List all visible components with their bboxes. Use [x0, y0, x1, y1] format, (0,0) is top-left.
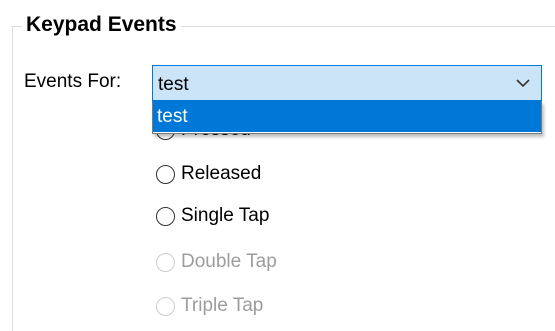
group-box-left-border	[12, 26, 13, 331]
radio-released-label: Released	[181, 163, 262, 184]
dropdown-option-label: test	[157, 106, 188, 127]
group-box-title: Keypad Events	[22, 12, 181, 38]
events-for-combobox[interactable]: test	[152, 65, 542, 101]
radio-released-circle[interactable]	[156, 165, 175, 184]
keypad-events-panel: Keypad Events Events For: test Pressed R…	[0, 0, 555, 331]
radio-double-tap-label: Double Tap	[181, 251, 277, 272]
radio-single-tap-label: Single Tap	[181, 205, 270, 226]
dropdown-option[interactable]: test	[153, 101, 541, 132]
radio-double-tap-circle	[156, 253, 175, 272]
events-for-label: Events For:	[24, 71, 122, 92]
events-for-dropdown-list: test	[152, 101, 542, 134]
chevron-down-icon[interactable]	[515, 77, 531, 89]
radio-triple-tap-label: Triple Tap	[181, 295, 264, 316]
radio-triple-tap-circle	[156, 297, 175, 316]
radio-single-tap-circle[interactable]	[156, 207, 175, 226]
events-for-selected-value: test	[158, 74, 189, 95]
